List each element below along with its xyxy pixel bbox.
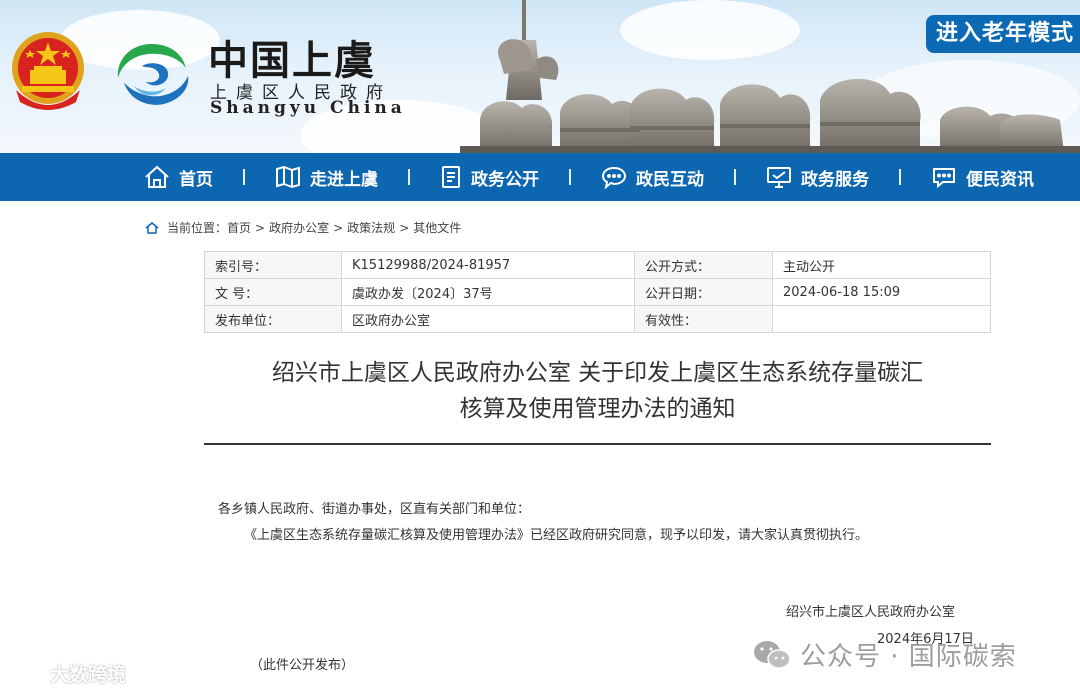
index-value: K15129988/2024-81957: [341, 251, 635, 279]
home-icon: [145, 221, 159, 234]
breadcrumb-separator: >: [399, 220, 410, 235]
nav-divider: [243, 169, 245, 185]
salutation: 各乡镇人民政府、街道办事处，区直有关部门和单位：: [218, 502, 531, 517]
nav-item-home[interactable]: 首页: [144, 165, 213, 190]
watermark-left: 大数跨境: [6, 660, 126, 687]
disclosure-value: 主动公开: [772, 251, 991, 279]
nav-label: 政务服务: [801, 169, 869, 190]
watermark-logo-icon: [7, 663, 49, 684]
validity-label: 有效性：: [634, 305, 773, 333]
breadcrumb: 当前位置： 首页 > 政府办公室 > 政策法规 > 其他文件: [145, 219, 461, 236]
nav-divider: [899, 169, 901, 185]
table-row: 发布单位： 区政府办公室 有效性：: [204, 305, 991, 333]
breadcrumb-item-gov-office[interactable]: 政府办公室: [269, 219, 329, 236]
signer: 绍兴市上虞区人民政府办公室: [786, 605, 956, 620]
wechat-icon: [754, 640, 791, 669]
map-icon: [276, 165, 300, 189]
nav-item-public-info[interactable]: 便民资讯: [931, 165, 1034, 190]
publish-date-label: 公开日期：: [634, 278, 773, 306]
shangyu-logo-icon: [117, 44, 189, 105]
publish-date-value: 2024-06-18 15:09: [772, 278, 991, 306]
watermark-right: 公众号 · 国际碳索: [752, 636, 1017, 673]
monitor-icon: [767, 167, 791, 188]
nav-label: 政务公开: [471, 169, 539, 190]
doc-number-value: 虞政办发〔2024〕37号: [341, 278, 635, 306]
nav-divider: [408, 169, 410, 185]
chat-icon: [601, 166, 627, 189]
nav-divider: [569, 169, 571, 185]
breadcrumb-separator: >: [333, 220, 344, 235]
nav-item-about-shangyu[interactable]: 走进上虞: [275, 165, 378, 190]
elder-mode-button[interactable]: 进入老年模式: [925, 15, 1080, 53]
watermark-left-text: 大数跨境: [50, 664, 127, 686]
breadcrumb-item-other-files[interactable]: 其他文件: [413, 219, 461, 236]
breadcrumb-item-home[interactable]: 首页: [227, 219, 251, 236]
index-label: 索引号：: [204, 251, 342, 279]
nav-label: 走进上虞: [310, 169, 378, 190]
nav-divider: [734, 169, 736, 185]
title-line-2: 核算及使用管理办法的通知: [459, 396, 736, 422]
title-line-1: 绍兴市上虞区人民政府办公室 关于印发上虞区生态系统存量碳汇: [271, 360, 924, 386]
main-nav: 首页 走进上虞 政务公开 政民互动 政务服务 便民资讯: [0, 153, 1080, 201]
table-row: 索引号： K15129988/2024-81957 公开方式： 主动公开: [204, 251, 991, 279]
title-divider: [204, 443, 991, 445]
header-banner: 中国上虞 上虞区人民政府 Shangyu China 进入老年模式: [0, 0, 1080, 153]
issuer-label: 发布单位：: [204, 305, 342, 333]
site-english-name: Shangyu China: [210, 98, 406, 118]
watermark-right-text: 公众号 · 国际碳索: [800, 642, 1017, 672]
nav-label: 政民互动: [636, 169, 704, 190]
nav-label: 便民资讯: [966, 169, 1034, 190]
doc-number-label: 文 号：: [204, 278, 342, 306]
publication-note: （此件公开发布）: [250, 658, 355, 673]
validity-value: [772, 305, 991, 333]
breadcrumb-prefix: 当前位置：: [167, 221, 228, 235]
disclosure-label: 公开方式：: [634, 251, 773, 279]
breadcrumb-separator: >: [255, 220, 266, 235]
nav-label: 首页: [179, 169, 213, 190]
breadcrumb-item-policy[interactable]: 政策法规: [347, 219, 395, 236]
document-icon: [442, 166, 460, 188]
nav-item-interaction[interactable]: 政民互动: [601, 165, 704, 190]
home-icon: [145, 165, 169, 188]
nav-item-gov-disclosure[interactable]: 政务公开: [440, 165, 539, 190]
document-title: 绍兴市上虞区人民政府办公室 关于印发上虞区生态系统存量碳汇 核算及使用管理办法的…: [204, 355, 991, 427]
nav-item-gov-service[interactable]: 政务服务: [766, 165, 869, 190]
document-meta-table: 索引号： K15129988/2024-81957 公开方式： 主动公开 文 号…: [204, 251, 991, 333]
body-paragraph: 《上虞区生态系统存量碳汇核算及使用管理办法》已经区政府研究同意，现予以印发，请大…: [244, 528, 869, 543]
table-row: 文 号： 虞政办发〔2024〕37号 公开日期： 2024-06-18 15:0…: [204, 278, 991, 306]
issuer-value: 区政府办公室: [341, 305, 635, 333]
national-emblem-icon: [12, 32, 84, 110]
message-icon: [933, 168, 955, 189]
